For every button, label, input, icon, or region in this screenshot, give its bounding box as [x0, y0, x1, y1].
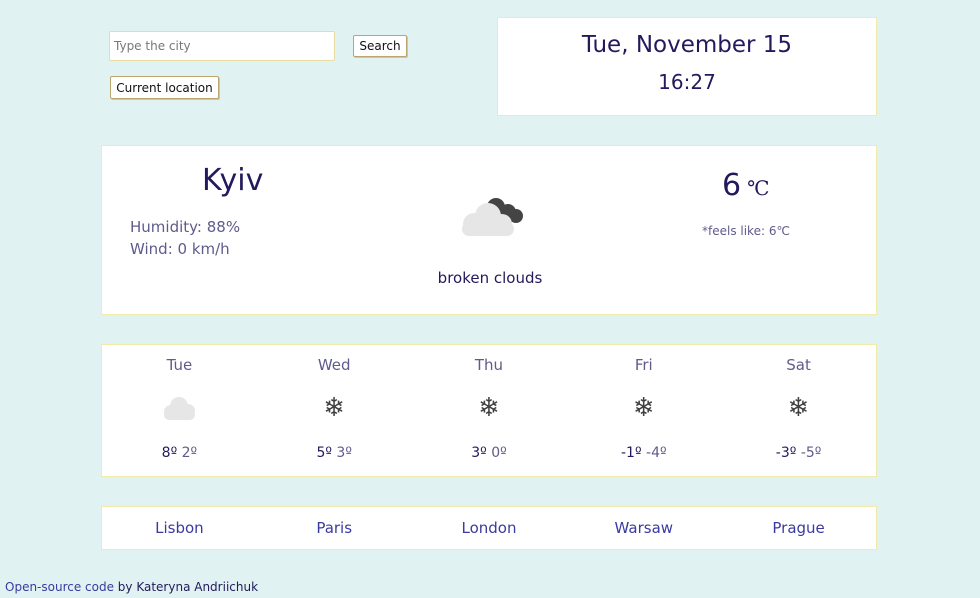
forecast-day: Fri ❄ -1º -4º	[566, 345, 721, 476]
city-link-warsaw[interactable]: Warsaw	[566, 519, 721, 537]
city-name: Kyiv	[202, 163, 264, 198]
forecast-day-name: Thu	[474, 356, 504, 374]
open-source-link[interactable]: Open-source code	[5, 580, 114, 594]
forecast-min: -5º	[800, 445, 822, 461]
forecast-temps: 3º 0º	[412, 445, 567, 461]
current-date: Tue, November 15	[581, 32, 793, 58]
forecast-card: Tue 8º 2º Wed ❄ 5º 3º Thu ❄ 3º 0º Fri ❄ …	[101, 344, 877, 477]
current-time: 16:27	[658, 70, 716, 94]
footer: Open-source code by Kateryna Andriichuk	[5, 580, 258, 594]
city-links-row: Lisbon Paris London Warsaw Prague	[102, 507, 876, 549]
city-link-lisbon[interactable]: Lisbon	[102, 519, 257, 537]
forecast-day: Tue 8º 2º	[102, 345, 257, 476]
city-link-prague[interactable]: Prague	[721, 519, 876, 537]
weather-description: broken clouds	[437, 269, 543, 287]
footer-author: by Kateryna Andriichuk	[113, 580, 259, 594]
broken-clouds-icon	[462, 198, 523, 236]
forecast-temps: -3º -5º	[721, 445, 876, 461]
snowflake-icon: ❄	[787, 393, 810, 423]
cloud-icon	[159, 393, 199, 423]
wind-text: Wind: 0 km/h	[130, 240, 230, 258]
forecast-day-name: Wed	[317, 356, 351, 374]
humidity-text: Humidity: 88%	[130, 218, 241, 236]
forecast-min: 0º	[491, 445, 507, 461]
forecast-day: Thu ❄ 3º 0º	[412, 345, 567, 476]
forecast-temps: 8º 2º	[102, 445, 257, 461]
current-weather-card: Kyiv Humidity: 88% Wind: 0 km/h broken c…	[101, 145, 877, 315]
temperature-value: 6	[722, 168, 742, 203]
snowflake-icon: ❄	[323, 393, 346, 423]
search-button[interactable]: Search	[353, 35, 407, 57]
city-search-input[interactable]	[109, 31, 335, 61]
current-location-button[interactable]: Current location	[110, 76, 219, 99]
snowflake-icon: ❄	[632, 393, 655, 423]
forecast-min: 3º	[336, 445, 352, 461]
forecast-temps: 5º 3º	[257, 445, 412, 461]
forecast-day: Sat ❄ -3º -5º	[721, 345, 876, 476]
forecast-temps: -1º -4º	[566, 445, 721, 461]
forecast-day-name: Sat	[786, 356, 811, 374]
forecast-day: Wed ❄ 5º 3º	[257, 345, 412, 476]
forecast-max: 5º	[316, 445, 332, 461]
forecast-max: 8º	[161, 445, 178, 461]
feels-like-text: *feels like: 6℃	[702, 224, 790, 238]
city-link-london[interactable]: London	[412, 519, 567, 537]
forecast-max: -3º	[775, 445, 797, 461]
current-temperature: 6 ℃	[722, 168, 769, 203]
city-link-paris[interactable]: Paris	[257, 519, 412, 537]
city-links-bar: Lisbon Paris London Warsaw Prague	[101, 506, 877, 550]
forecast-row: Tue 8º 2º Wed ❄ 5º 3º Thu ❄ 3º 0º Fri ❄ …	[102, 345, 876, 476]
forecast-day-name: Tue	[166, 356, 193, 374]
forecast-day-name: Fri	[634, 356, 653, 374]
forecast-min: 2º	[181, 445, 198, 461]
forecast-min: -4º	[646, 445, 667, 461]
snowflake-icon: ❄	[478, 393, 500, 423]
forecast-max: 3º	[471, 445, 487, 461]
temperature-unit[interactable]: ℃	[747, 176, 769, 200]
date-time-card: Tue, November 15 16:27	[497, 17, 877, 116]
forecast-max: -1º	[621, 445, 642, 461]
